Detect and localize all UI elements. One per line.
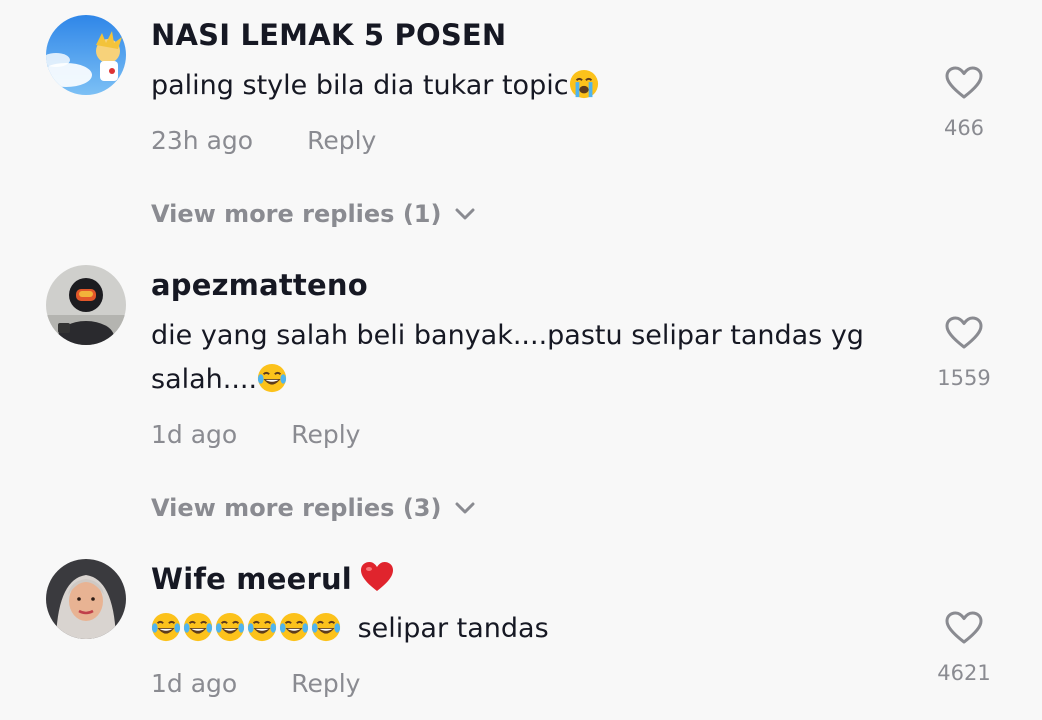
reply-button[interactable]: Reply xyxy=(291,669,360,698)
view-more-replies[interactable]: View more replies (1) xyxy=(151,200,475,228)
comment-meta: 23h ago Reply xyxy=(151,126,376,155)
comment-meta: 1d ago Reply xyxy=(151,420,360,449)
comment-item: apezmatteno die yang salah beli banyak..… xyxy=(0,250,1042,540)
comment-text: die yang salah beli banyak....pastu seli… xyxy=(151,314,911,402)
timestamp: 1d ago xyxy=(151,669,238,698)
like-count: 4621 xyxy=(937,661,991,685)
avatar[interactable] xyxy=(46,265,126,345)
timestamp: 1d ago xyxy=(151,420,238,449)
username[interactable]: Wife meerul xyxy=(151,561,394,596)
comment-body-line1: die yang salah beli banyak....pastu seli… xyxy=(151,320,864,351)
timestamp: 23h ago xyxy=(151,126,254,155)
avatar[interactable] xyxy=(46,15,126,95)
face-with-tears-of-joy-icon xyxy=(258,363,287,393)
like-button[interactable]: 1559 xyxy=(924,316,1004,390)
like-button[interactable]: 466 xyxy=(924,66,1004,140)
view-more-replies[interactable]: View more replies (3) xyxy=(151,494,475,522)
like-button[interactable]: 4621 xyxy=(924,611,1004,685)
comment-text: selipar tandas xyxy=(151,607,911,651)
comment-body: paling style bila dia tukar topic xyxy=(151,70,569,101)
view-more-label: View more replies (3) xyxy=(151,494,442,522)
face-with-tears-of-joy-icon xyxy=(151,612,181,642)
comment-meta: 1d ago Reply xyxy=(151,669,360,698)
heart-outline-icon xyxy=(945,316,983,349)
like-count: 1559 xyxy=(937,366,991,390)
reply-button[interactable]: Reply xyxy=(307,126,376,155)
reply-button[interactable]: Reply xyxy=(291,420,360,449)
like-count: 466 xyxy=(943,116,985,140)
username-label: Wife meerul xyxy=(151,562,352,596)
username[interactable]: apezmatteno xyxy=(151,268,368,302)
loudly-crying-face-icon xyxy=(569,69,598,99)
face-with-tears-of-joy-icon xyxy=(215,612,245,642)
heart-outline-icon xyxy=(945,66,983,99)
chevron-down-icon xyxy=(455,208,475,220)
chevron-down-icon xyxy=(455,502,475,514)
comment-body-line2: salah.... xyxy=(151,358,911,402)
comment-item: Wife meerul selipar tandas 1d ago Reply 4… xyxy=(0,545,1042,720)
username[interactable]: NASI LEMAK 5 POSEN xyxy=(151,18,506,52)
comment-text: paling style bila dia tukar topic xyxy=(151,64,911,108)
heart-outline-icon xyxy=(945,611,983,644)
face-with-tears-of-joy-icon xyxy=(311,612,341,642)
comment-body: selipar tandas xyxy=(357,613,549,644)
face-with-tears-of-joy-icon xyxy=(279,612,309,642)
tears-of-joy-emoji-group xyxy=(151,612,352,644)
avatar[interactable] xyxy=(46,559,126,639)
red-heart-icon xyxy=(360,562,393,591)
comment-item: NASI LEMAK 5 POSEN paling style bila dia… xyxy=(0,0,1042,250)
view-more-label: View more replies (1) xyxy=(151,200,442,228)
face-with-tears-of-joy-icon xyxy=(247,612,277,642)
comment-body: salah.... xyxy=(151,364,258,395)
face-with-tears-of-joy-icon xyxy=(183,612,213,642)
